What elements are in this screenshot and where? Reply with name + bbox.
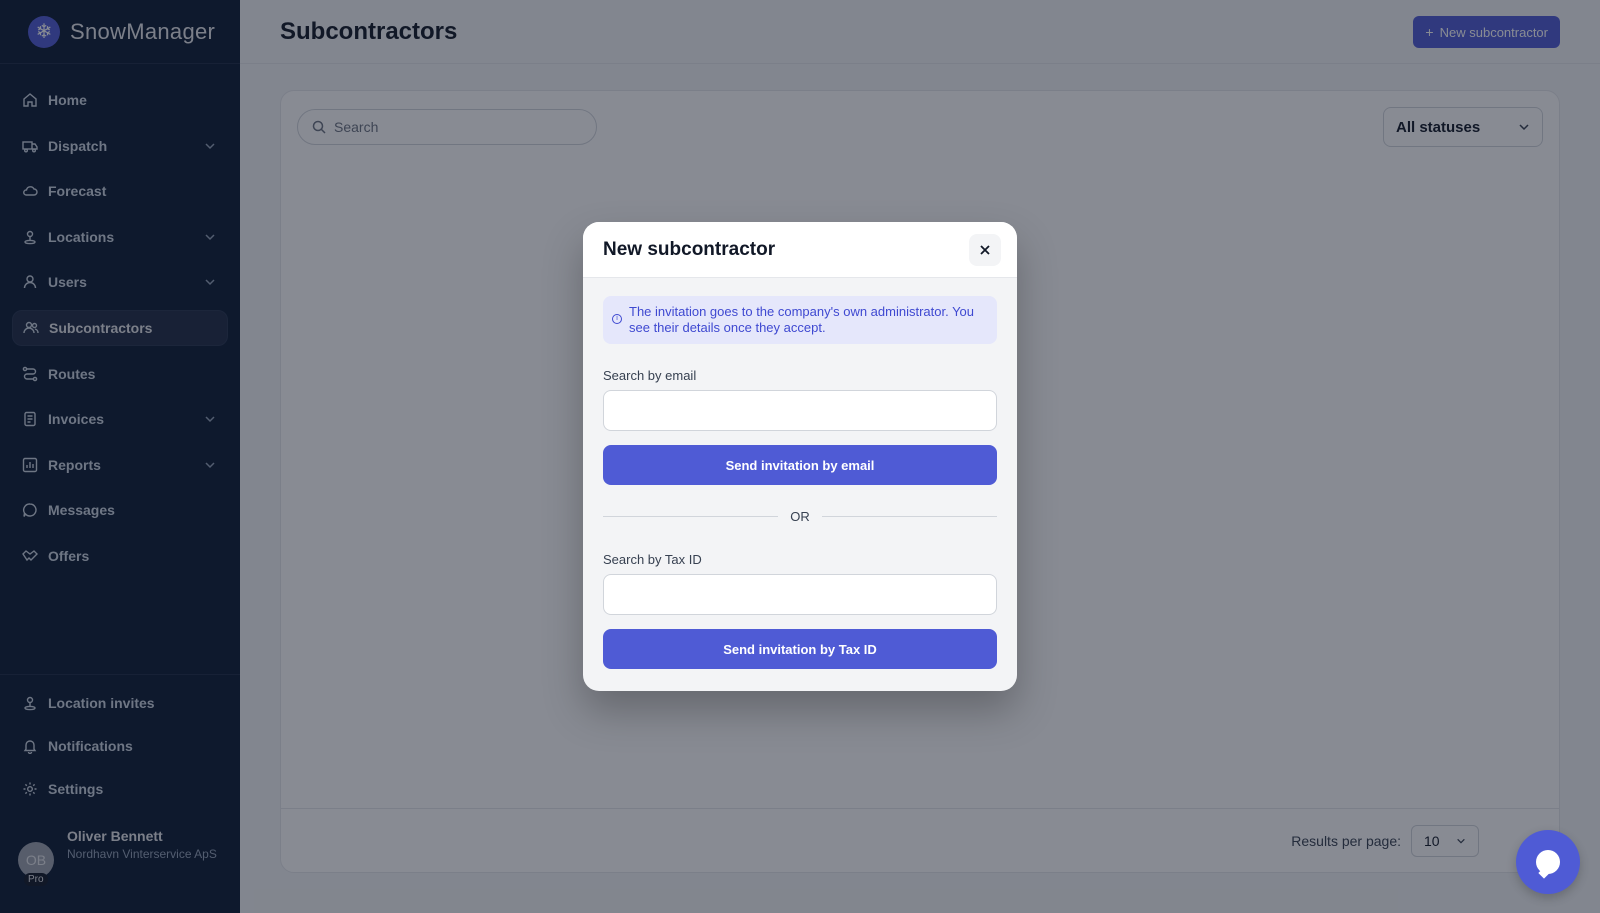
divider-line — [821, 516, 997, 517]
chat-bubble-icon — [1536, 850, 1560, 874]
info-alert: i The invitation goes to the company's o… — [603, 296, 997, 344]
info-icon: i — [612, 314, 622, 324]
divider-text: OR — [790, 509, 810, 524]
modal-header: New subcontractor — [583, 222, 1017, 278]
close-icon — [980, 245, 990, 255]
close-button[interactable] — [969, 234, 1001, 266]
new-subcontractor-modal: New subcontractor i The invitation goes … — [583, 222, 1017, 691]
info-text: The invitation goes to the company's own… — [629, 304, 975, 335]
send-invitation-email-button[interactable]: Send invitation by email — [603, 445, 997, 485]
email-field[interactable] — [603, 390, 997, 431]
tax-id-field[interactable] — [603, 574, 997, 615]
email-field-label: Search by email — [603, 368, 697, 383]
modal-body: i The invitation goes to the company's o… — [583, 278, 1017, 669]
send-invitation-tax-id-button[interactable]: Send invitation by Tax ID — [603, 629, 997, 669]
or-divider: OR — [603, 509, 997, 524]
tax-id-field-label: Search by Tax ID — [603, 552, 702, 567]
chat-launcher-button[interactable] — [1516, 830, 1580, 894]
modal-title: New subcontractor — [603, 238, 776, 260]
divider-line — [603, 516, 779, 517]
